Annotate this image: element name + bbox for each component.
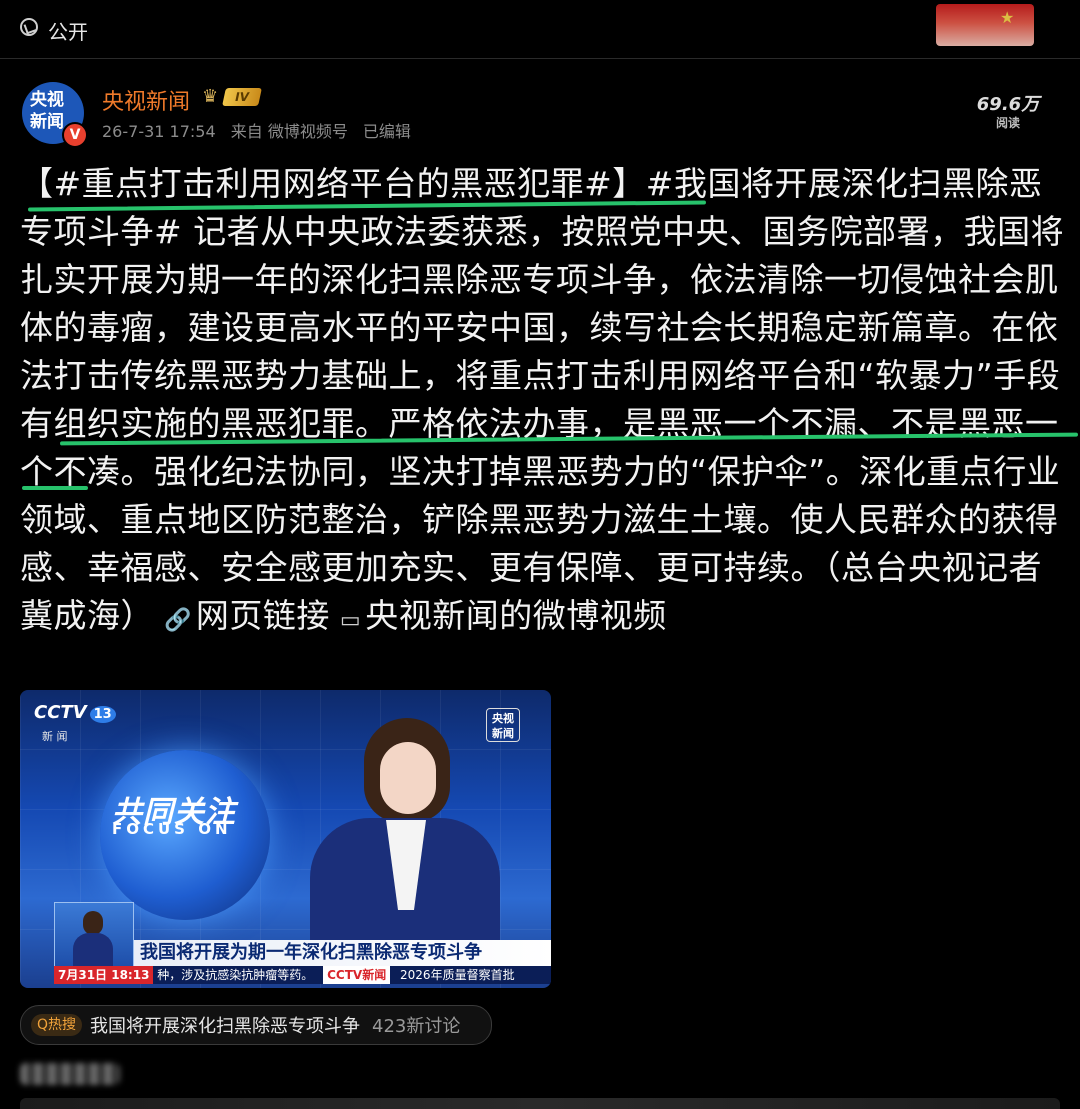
- hot-search-title: 我国将开展深化扫黑除恶专项斗争: [90, 1016, 361, 1037]
- picture-in-picture: [54, 902, 134, 970]
- ticker-text-2: 2026年质量督察首批: [400, 968, 515, 982]
- corner-logo-top: 央视: [492, 712, 514, 725]
- pip-body: [73, 933, 113, 969]
- bottom-action-strip: [20, 1098, 1060, 1109]
- crown-icon: ♛: [202, 86, 219, 107]
- post-body-content: 【#重点打击利用网络平台的黑恶犯罪#】#我国将开展深化扫黑除恶专项斗争# 记者从…: [20, 164, 1065, 635]
- web-link[interactable]: 网页链接: [196, 596, 330, 635]
- blurred-content: [20, 1063, 120, 1085]
- channel-subtitle: 新 闻: [42, 730, 68, 743]
- author-name[interactable]: 央视新闻: [102, 84, 190, 116]
- link-icon: 🔗: [164, 608, 192, 633]
- hot-search-tag: Q热搜: [31, 1014, 83, 1036]
- star-icon: ★: [1000, 8, 1015, 27]
- read-count-label: 阅读: [995, 116, 1020, 130]
- header-banner-thumbnail[interactable]: ★: [936, 4, 1034, 46]
- channel-number: 13: [89, 706, 116, 723]
- read-count: 69.6万 阅读: [968, 90, 1048, 131]
- video-player[interactable]: CCTV 13 新 闻 共同关注 FOCUS ON 央视 新闻 我国将开展为期一年…: [20, 690, 551, 988]
- weibo-post-screen: 公开 ★ 央视 新闻 V 央视新闻 ♛ IV 26-7-31 17:54 来自 …: [0, 0, 1080, 1109]
- corner-logo-bottom: 新闻: [492, 727, 514, 740]
- news-headline-bar: 我国将开展为期一年深化扫黑除恶专项斗争: [134, 940, 551, 966]
- cctv-logo: CCTV 13: [34, 702, 116, 723]
- cctv-logo-text: CCTV: [34, 702, 87, 723]
- post-source[interactable]: 来自 微博视频号: [231, 122, 348, 141]
- corner-logo: 央视 新闻: [486, 708, 520, 742]
- edited-label[interactable]: 已编辑: [363, 122, 411, 141]
- post-meta: 26-7-31 17:54 来自 微博视频号 已编辑: [102, 118, 421, 142]
- highlight-underline-3: [22, 486, 88, 490]
- public-globe-icon[interactable]: [20, 18, 38, 36]
- news-ticker: 7月31日 18:13 种，涉及抗感染抗肿瘤等药。 CCTV新闻 2026年质量…: [54, 966, 551, 984]
- video-link[interactable]: 央视新闻的微博视频: [365, 596, 667, 635]
- ticker-time: 7月31日 18:13: [54, 966, 154, 984]
- verified-icon: V: [62, 122, 88, 148]
- anchor-face: [380, 742, 436, 814]
- read-count-number: 69.6万: [976, 94, 1040, 115]
- hot-search-topic[interactable]: Q热搜 我国将开展深化扫黑除恶专项斗争 423新讨论: [20, 1005, 492, 1045]
- program-title-en: FOCUS ON: [112, 820, 232, 838]
- post-body-text: 【#重点打击利用网络平台的黑恶犯罪#】#我国将开展深化扫黑除恶专项斗争# 记者从…: [20, 160, 1065, 645]
- post-date: 26-7-31 17:54: [102, 122, 216, 141]
- visibility-label[interactable]: 公开: [48, 16, 88, 45]
- pip-head: [83, 911, 103, 935]
- hot-search-count: 423新讨论: [372, 1016, 461, 1037]
- video-icon: ▭: [339, 608, 362, 633]
- ticker-text: 种，涉及抗感染抗肿瘤等药。: [157, 968, 314, 982]
- avatar-text-bottom: 新闻: [30, 112, 64, 132]
- top-bar: 公开 ★: [0, 0, 1080, 59]
- ticker-brand: CCTV新闻: [323, 966, 391, 984]
- level-badge[interactable]: IV: [222, 88, 262, 106]
- avatar-text-top: 央视: [30, 90, 64, 110]
